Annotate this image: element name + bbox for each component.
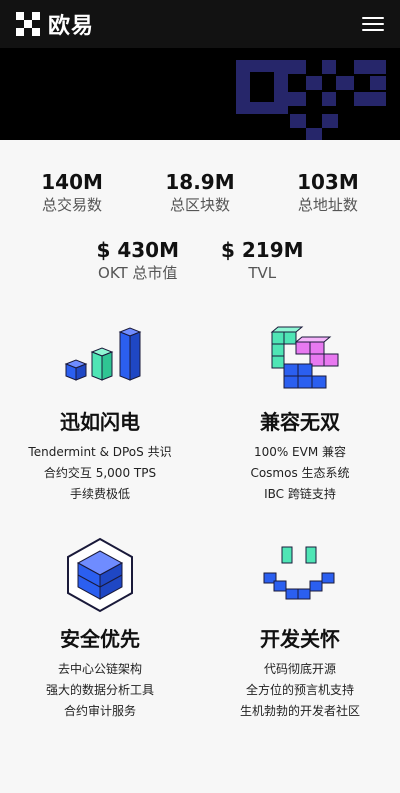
feature-developer-care: 开发关怀 代码彻底开源 全方位的预言机支持 生机勃勃的开发者社区 — [200, 535, 400, 722]
hexagon-cube-icon — [67, 537, 133, 613]
stat-label: TVL — [248, 264, 277, 282]
feature-title: 迅如闪电 — [60, 410, 140, 434]
feature-title: 兼容无双 — [260, 410, 340, 434]
okx-logo-icon — [16, 12, 40, 36]
brand-name: 欧易 — [48, 14, 95, 39]
feature-compatibility: 兼容无双 100% EVM 兼容 Cosmos 生态系统 IBC 跨链支持 — [200, 318, 400, 505]
features-grid: 迅如闪电 Tendermint & DPoS 共识 合约交互 5,000 TPS… — [0, 318, 400, 722]
stat-label: 总交易数 — [42, 196, 103, 214]
stat-okt-market-cap: $ 430M OKT 总市值 — [96, 238, 179, 284]
feature-line: 全方位的预言机支持 — [245, 683, 354, 697]
feature-line: 手续费极低 — [69, 487, 130, 501]
stat-total-addresses: 103M 总地址数 — [297, 170, 359, 216]
feature-line: 去中心公链架构 — [57, 662, 142, 676]
feature-line: 合约审计服务 — [63, 704, 136, 718]
top-bar: 欧易 — [0, 0, 400, 48]
stat-tvl: $ 219M TVL — [221, 238, 304, 284]
stat-value: $ 219M — [221, 238, 304, 262]
feature-line: 生机勃勃的开发者社区 — [239, 704, 360, 718]
brand[interactable]: 欧易 — [16, 8, 94, 40]
stat-label: 总区块数 — [169, 196, 230, 214]
stat-total-transactions: 140M 总交易数 — [41, 170, 103, 216]
feature-title: 开发关怀 — [260, 627, 340, 651]
smiley-blocks-icon — [263, 546, 335, 600]
stat-value: 103M — [297, 170, 359, 194]
stat-value: $ 430M — [96, 238, 179, 262]
stat-total-blocks: 18.9M 总区块数 — [165, 170, 234, 216]
feature-title: 安全优先 — [60, 627, 140, 651]
hero-banner — [0, 48, 400, 140]
stacked-blocks-icon — [270, 326, 339, 389]
feature-line: Cosmos 生态系统 — [250, 466, 350, 480]
hero-blocks-graphic — [236, 60, 386, 140]
feature-line: 代码彻底开源 — [263, 662, 336, 676]
feature-line: IBC 跨链支持 — [264, 487, 336, 501]
stats-section: 140M 总交易数 18.9M 总区块数 103M 总地址数 $ 430M OK… — [0, 140, 400, 284]
feature-line: 合约交互 5,000 TPS — [43, 466, 157, 480]
feature-security: 安全优先 去中心公链架构 强大的数据分析工具 合约审计服务 — [0, 535, 200, 722]
feature-line: Tendermint & DPoS 共识 — [28, 445, 172, 459]
stat-value: 140M — [41, 170, 103, 194]
stat-label: OKT 总市值 — [98, 264, 178, 282]
stat-value: 18.9M — [165, 170, 235, 194]
stat-label: 总地址数 — [297, 196, 358, 214]
hamburger-menu-icon[interactable] — [362, 13, 384, 35]
feature-speed: 迅如闪电 Tendermint & DPoS 共识 合约交互 5,000 TPS… — [0, 318, 200, 505]
feature-line: 强大的数据分析工具 — [45, 683, 154, 697]
bar-chart-cubes-icon — [64, 327, 142, 381]
feature-line: 100% EVM 兼容 — [253, 445, 347, 459]
